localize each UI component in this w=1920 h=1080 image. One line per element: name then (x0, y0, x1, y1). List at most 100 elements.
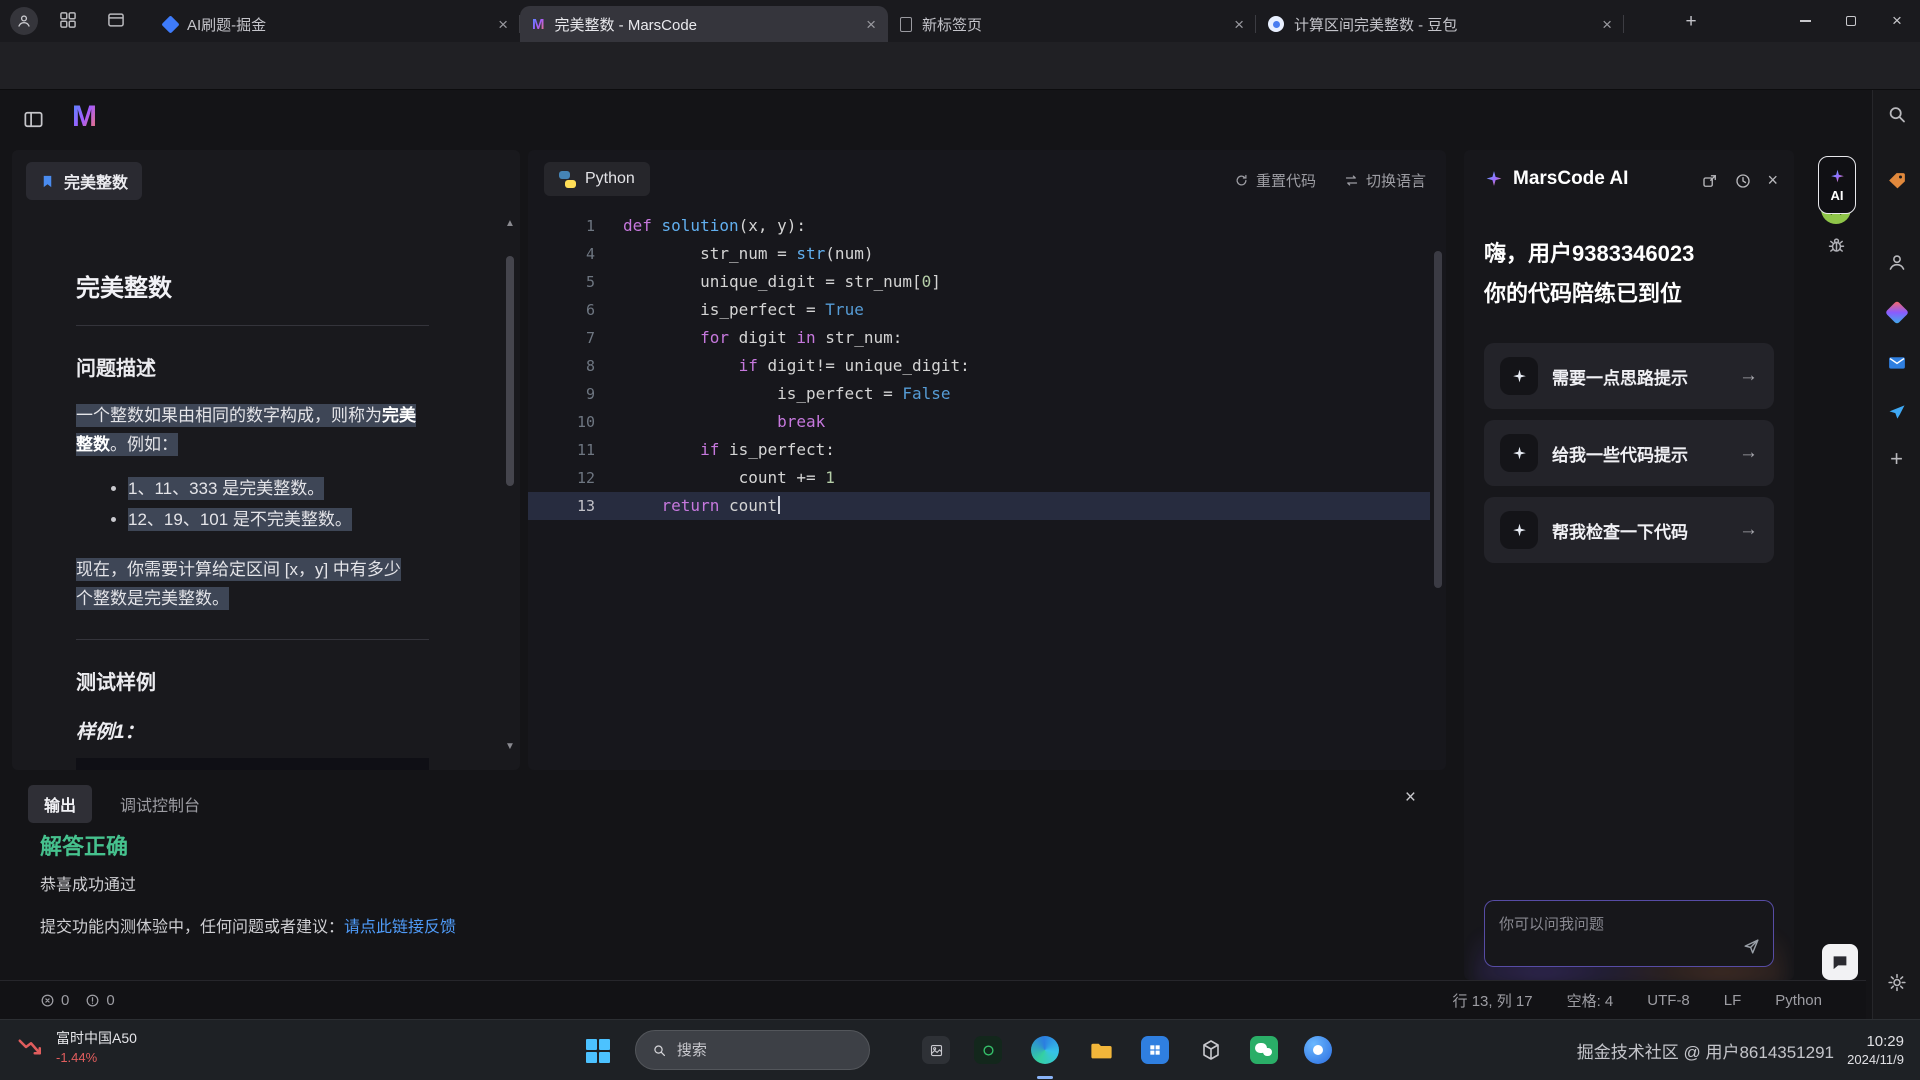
tab-close-icon[interactable]: × (1602, 16, 1612, 33)
marscode-logo[interactable]: M (72, 100, 97, 134)
divider (76, 639, 429, 640)
sparkle-icon (1500, 357, 1538, 395)
sidebar-toggle-button[interactable] (22, 108, 45, 131)
problem-chip[interactable]: 完美整数 (26, 162, 142, 200)
sidebar-search-button[interactable] (1886, 104, 1907, 125)
code-line[interactable]: 1def solution(x, y): (528, 212, 1430, 240)
line-number: 10 (528, 408, 595, 436)
person-icon (1886, 252, 1907, 273)
scrollbar-thumb[interactable] (506, 256, 514, 486)
taskbar-app-cube[interactable] (1195, 1034, 1227, 1066)
browser-profile-avatar[interactable] (10, 7, 38, 35)
debug-console-tab[interactable]: 调试控制台 (120, 792, 200, 816)
m365-cube-icon[interactable] (1884, 300, 1908, 324)
problem-scrollbar[interactable]: ▲ ▼ (502, 174, 518, 758)
close-window-button[interactable]: × (1874, 0, 1920, 42)
scroll-up-icon[interactable]: ▲ (502, 218, 518, 229)
switch-language-button[interactable]: 切换语言 (1344, 170, 1426, 191)
tab-juejin[interactable]: AI刷题-掘金 × (152, 6, 520, 42)
open-panel-icon[interactable] (1701, 172, 1719, 190)
arrow-right-icon: → (1739, 519, 1758, 541)
marscode-ai-panel: MarsCode AI × 嗨，用户9383346023 你的代码陪练已到位 需… (1464, 150, 1794, 980)
code-line[interactable]: 4 str_num = str(num) (528, 240, 1430, 268)
sidebar-drop-button[interactable] (1887, 402, 1907, 422)
sidebar-outlook-button[interactable] (1886, 352, 1907, 373)
error-icon (40, 993, 55, 1008)
scroll-down-icon[interactable]: ▼ (502, 741, 518, 752)
stock-name: 富时中国A50 (56, 1028, 137, 1048)
ai-sidebar-toggle[interactable]: AI (1818, 156, 1856, 214)
taskbar-search-input[interactable] (677, 1042, 853, 1059)
code-line[interactable]: 7 for digit in str_num: (528, 324, 1430, 352)
maximize-button[interactable] (1828, 0, 1874, 42)
code-line[interactable]: 9 is_perfect = False (528, 380, 1430, 408)
output-tab[interactable]: 输出 (28, 785, 92, 823)
taskbar-app-file-explorer[interactable] (1085, 1034, 1117, 1066)
ai-card-code-hint[interactable]: 给我一些代码提示 → (1484, 420, 1774, 486)
new-tab-button[interactable]: + (1678, 9, 1704, 35)
code-line[interactable]: 5 unique_digit = str_num[0] (528, 268, 1430, 296)
floating-chat-button[interactable] (1822, 944, 1858, 980)
ai-card-hint[interactable]: 需要一点思路提示 → (1484, 343, 1774, 409)
app-icon (974, 1036, 1002, 1064)
tab-newtab[interactable]: 新标签页 × (888, 6, 1256, 42)
workspaces-button[interactable] (58, 10, 78, 30)
language-mode[interactable]: Python (1775, 992, 1822, 1009)
taskbar-app-messenger[interactable] (1302, 1034, 1334, 1066)
windows-taskbar: 富时中国A50 -1.44% (0, 1019, 1920, 1080)
code-line[interactable]: 11 if is_perfect: (528, 436, 1430, 464)
close-ai-panel-icon[interactable]: × (1767, 170, 1778, 191)
taskbar-app-store[interactable] (1139, 1034, 1171, 1066)
warning-icon (85, 993, 100, 1008)
tab-close-icon[interactable]: × (498, 16, 508, 33)
tab-close-icon[interactable]: × (1234, 16, 1244, 33)
ai-card-review[interactable]: 帮我检查一下代码 → (1484, 497, 1774, 563)
browser-address-bar: https://www.marscode.cn/practice/65x39dr… (0, 42, 1920, 90)
eol-type[interactable]: LF (1724, 992, 1742, 1009)
edge-sidebar: + (1872, 90, 1920, 1019)
cursor-position[interactable]: 行 13, 列 17 (1453, 990, 1533, 1011)
taskbar-app-photos[interactable] (920, 1034, 952, 1066)
start-button[interactable] (582, 1035, 614, 1067)
taskbar-app-dev[interactable] (972, 1034, 1004, 1066)
indentation[interactable]: 空格: 4 (1567, 990, 1614, 1011)
problems-summary[interactable]: 0 0 (40, 981, 115, 1019)
ai-chat-input-box (1484, 900, 1774, 967)
reset-code-button[interactable]: 重置代码 (1234, 170, 1316, 191)
minimize-button[interactable] (1782, 0, 1828, 42)
taskbar-search-box[interactable] (635, 1030, 870, 1070)
tab-actions-button[interactable] (106, 10, 126, 30)
debug-rail-button[interactable] (1826, 234, 1847, 255)
taskbar-app-edge[interactable] (1029, 1034, 1061, 1066)
feedback-link[interactable]: 请点此链接反馈 (344, 919, 456, 936)
gear-icon (1886, 972, 1907, 993)
code-line[interactable]: 8 if digit!= unique_digit: (528, 352, 1430, 380)
tab-close-icon[interactable]: × (866, 16, 876, 33)
taskbar-app-wechat[interactable] (1248, 1034, 1280, 1066)
language-chip[interactable]: Python (544, 162, 650, 196)
sidebar-settings-button[interactable] (1886, 972, 1907, 993)
code-line[interactable]: 6 is_perfect = True (528, 296, 1430, 324)
close-output-icon[interactable]: × (1405, 787, 1416, 809)
sparkle-icon (1500, 511, 1538, 549)
code-line[interactable]: 12 count += 1 (528, 464, 1430, 492)
taskbar-clock[interactable]: 10:29 2024/11/9 (1847, 1033, 1904, 1067)
maximize-icon (1846, 16, 1856, 26)
tab-marscode[interactable]: M 完美整数 - MarsCode × (520, 6, 888, 42)
editor-scrollbar-thumb[interactable] (1434, 251, 1442, 588)
code-line[interactable]: 13 return count (528, 492, 1430, 520)
ai-chat-input[interactable] (1485, 901, 1773, 966)
sidebar-shopping-button[interactable] (1886, 170, 1907, 191)
browser-tab-bar: AI刷题-掘金 × M 完美整数 - MarsCode × 新标签页 × 计算区… (0, 0, 1920, 42)
encoding[interactable]: UTF-8 (1647, 992, 1690, 1009)
sidebar-add-button[interactable]: + (1890, 446, 1903, 472)
ai-panel-header: MarsCode AI (1484, 168, 1628, 190)
editor-status-bar: 0 0 行 13, 列 17 空格: 4 UTF-8 LF Python (0, 980, 1866, 1019)
send-icon[interactable] (1742, 937, 1761, 956)
sidebar-profile-button[interactable] (1886, 252, 1907, 273)
history-icon[interactable] (1734, 172, 1752, 190)
widgets-button[interactable]: 富时中国A50 -1.44% (16, 1028, 137, 1065)
tab-doubao[interactable]: 计算区间完美整数 - 豆包 × (1256, 6, 1624, 42)
active-app-indicator (1037, 1076, 1053, 1079)
code-line[interactable]: 10 break (528, 408, 1430, 436)
